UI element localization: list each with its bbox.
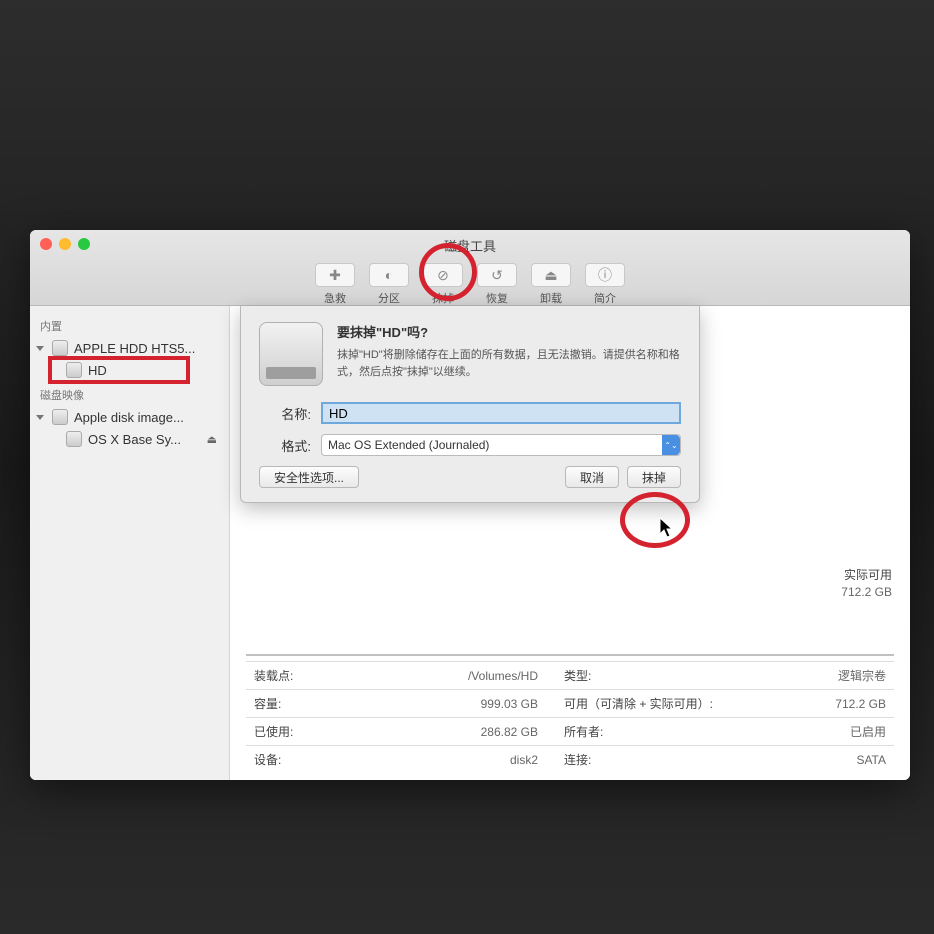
format-label: 格式: xyxy=(259,436,321,455)
sidebar-item-osx-base[interactable]: OS X Base Sy... ⏏ xyxy=(30,428,229,450)
content-area: 要抹掉"HD"吗? 抹掉"HD"将删除储存在上面的所有数据，且无法撤销。请提供名… xyxy=(230,306,910,780)
minimize-button[interactable] xyxy=(59,238,71,250)
window-title: 磁盘工具 xyxy=(30,230,910,255)
toolbar: ✚ 急救 ◐ 分区 ⊘ 抹掉 ↺ 恢复 ⏏ 卸载 xyxy=(30,263,910,306)
titlebar: 磁盘工具 ✚ 急救 ◐ 分区 ⊘ 抹掉 ↺ 恢复 xyxy=(30,230,910,306)
available-stat: 实际可用 712.2 GB xyxy=(841,566,892,599)
disk-utility-window: 磁盘工具 ✚ 急救 ◐ 分区 ⊘ 抹掉 ↺ 恢复 xyxy=(30,230,910,780)
eject-icon[interactable]: ⏏ xyxy=(207,433,217,446)
erase-dialog: 要抹掉"HD"吗? 抹掉"HD"将删除储存在上面的所有数据，且无法撤销。请提供名… xyxy=(240,306,700,503)
table-row: 容量: 999.03 GB 可用（可清除 + 实际可用）: 712.2 GB xyxy=(246,690,894,718)
close-button[interactable] xyxy=(40,238,52,250)
toolbar-erase[interactable]: ⊘ 抹掉 xyxy=(417,263,469,306)
divider xyxy=(246,654,894,656)
chevron-down-icon xyxy=(36,346,44,351)
erase-button[interactable]: 抹掉 xyxy=(627,466,681,488)
sidebar-item-label: APPLE HDD HTS5... xyxy=(74,341,195,356)
hdd-icon xyxy=(52,340,68,356)
erase-icon: ⊘ xyxy=(423,263,463,287)
sidebar-item-label: Apple disk image... xyxy=(74,410,184,425)
table-row: 装载点: /Volumes/HD 类型: 逻辑宗卷 xyxy=(246,662,894,690)
traffic-lights xyxy=(40,238,90,250)
name-input[interactable] xyxy=(321,402,681,424)
hdd-large-icon xyxy=(259,322,323,386)
table-row: 已使用: 286.82 GB 所有者: 已启用 xyxy=(246,718,894,746)
first-aid-icon: ✚ xyxy=(315,263,355,287)
chevron-updown-icon: ⌃⌄ xyxy=(662,435,680,455)
info-table: 装载点: /Volumes/HD 类型: 逻辑宗卷 容量: 999.03 GB … xyxy=(246,661,894,773)
format-select[interactable]: Mac OS Extended (Journaled) ⌃⌄ xyxy=(321,434,681,456)
toolbar-unmount[interactable]: ⏏ 卸载 xyxy=(525,263,577,306)
volume-icon xyxy=(66,431,82,447)
sidebar-item-label: OS X Base Sy... xyxy=(88,432,181,447)
toolbar-first-aid[interactable]: ✚ 急救 xyxy=(309,263,361,306)
table-row: 设备: disk2 连接: SATA xyxy=(246,746,894,774)
toolbar-partition[interactable]: ◐ 分区 xyxy=(363,263,415,306)
maximize-button[interactable] xyxy=(78,238,90,250)
info-icon: ⓘ xyxy=(585,263,625,287)
sidebar-header-images: 磁盘映像 xyxy=(30,381,229,406)
partition-icon: ◐ xyxy=(369,263,409,287)
chevron-down-icon xyxy=(36,415,44,420)
toolbar-restore[interactable]: ↺ 恢复 xyxy=(471,263,523,306)
available-label: 实际可用 xyxy=(841,566,892,583)
restore-icon: ↺ xyxy=(477,263,517,287)
security-options-button[interactable]: 安全性选项... xyxy=(259,466,359,488)
sidebar: 内置 APPLE HDD HTS5... HD 磁盘映像 Apple disk … xyxy=(30,306,230,780)
format-value: Mac OS Extended (Journaled) xyxy=(328,438,489,452)
cancel-button[interactable]: 取消 xyxy=(565,466,619,488)
available-value: 712.2 GB xyxy=(841,585,892,599)
unmount-icon: ⏏ xyxy=(531,263,571,287)
volume-icon xyxy=(66,362,82,378)
disk-image-icon xyxy=(52,409,68,425)
dialog-title: 要抹掉"HD"吗? xyxy=(337,322,681,341)
sidebar-item-image0[interactable]: Apple disk image... xyxy=(30,406,229,428)
name-label: 名称: xyxy=(259,404,321,423)
toolbar-info[interactable]: ⓘ 简介 xyxy=(579,263,631,306)
dialog-body: 抹掉"HD"将删除储存在上面的所有数据，且无法撤销。请提供名称和格式，然后点按"… xyxy=(337,347,681,380)
sidebar-item-disk0[interactable]: APPLE HDD HTS5... xyxy=(30,337,229,359)
sidebar-item-hd[interactable]: HD xyxy=(30,359,229,381)
sidebar-item-label: HD xyxy=(88,363,107,378)
sidebar-header-internal: 内置 xyxy=(30,312,229,337)
